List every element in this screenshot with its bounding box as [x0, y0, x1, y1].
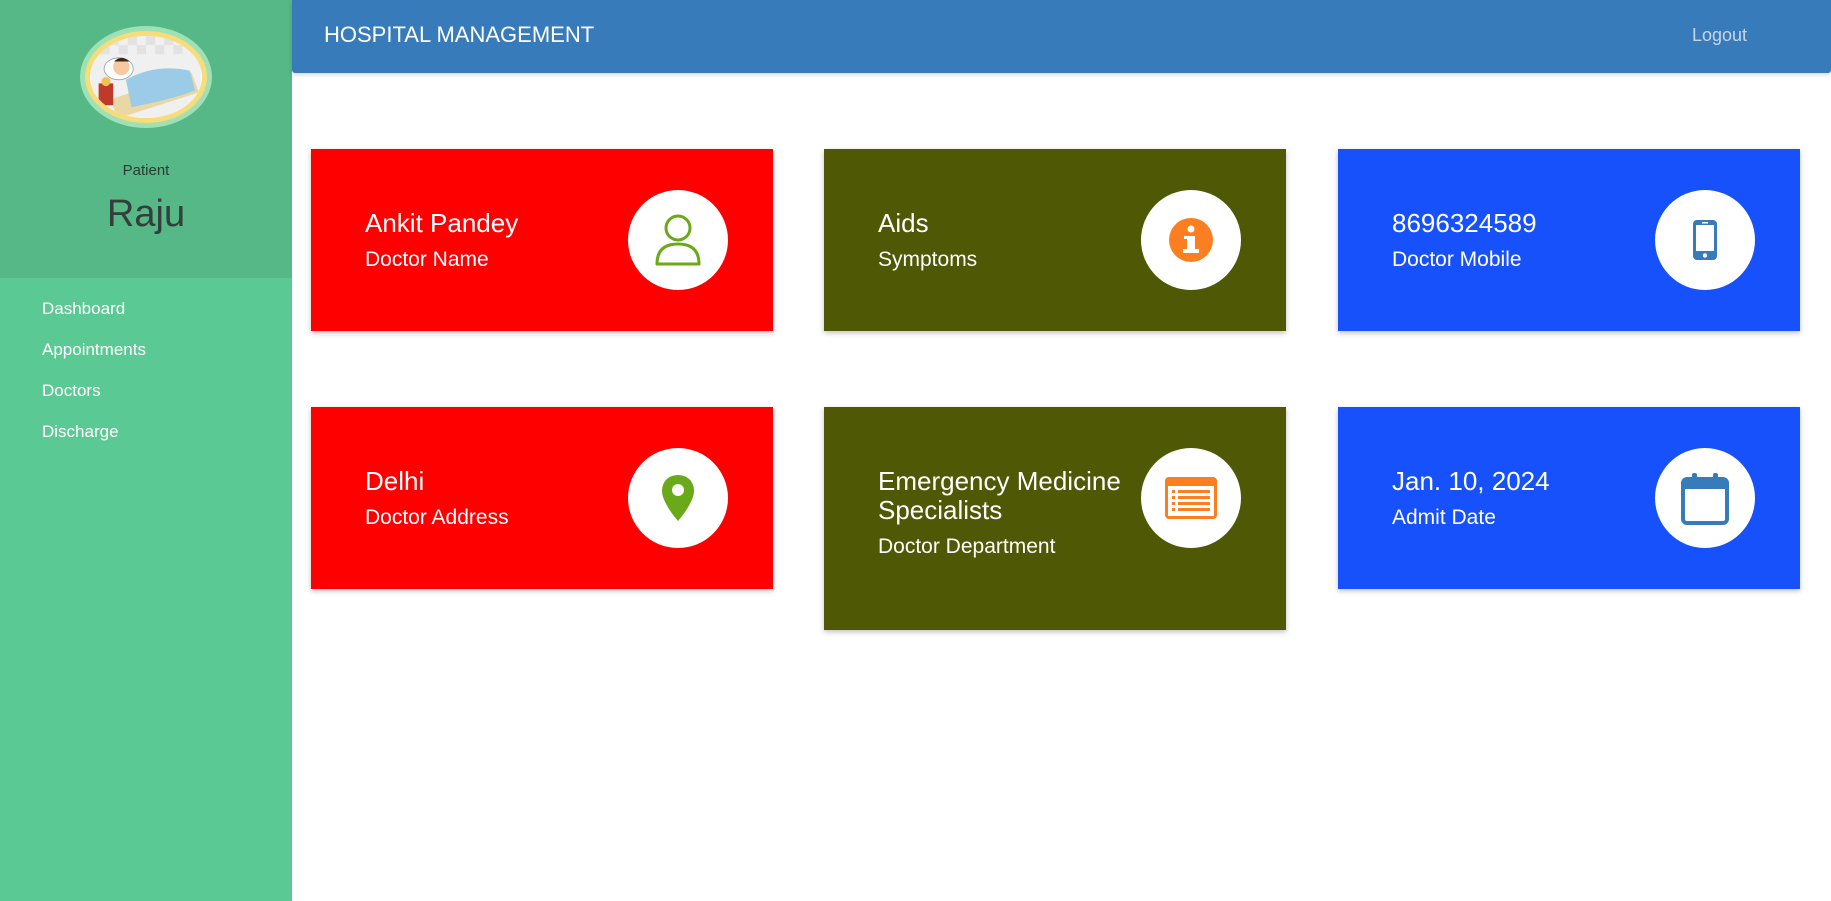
patient-in-bed-image: [90, 36, 202, 118]
symptoms-label: Symptoms: [878, 248, 978, 271]
user-icon: [628, 190, 728, 290]
card-admit-date: Jan. 10, 2024 Admit Date: [1338, 407, 1800, 589]
sidebar-nav: Dashboard Appointments Doctors Discharge: [0, 278, 292, 452]
sidebar: Patient Raju Dashboard Appointments Doct…: [0, 0, 292, 901]
admit-date-label: Admit Date: [1392, 506, 1496, 529]
mobile-icon: [1655, 190, 1755, 290]
sidebar-item-appointments[interactable]: Appointments: [0, 329, 292, 370]
doctor-mobile-label: Doctor Mobile: [1392, 248, 1522, 271]
doctor-name-label: Doctor Name: [365, 248, 489, 271]
card-doctor-name: Ankit Pandey Doctor Name: [311, 149, 773, 331]
sidebar-item-doctors[interactable]: Doctors: [0, 370, 292, 411]
map-marker-icon: [628, 448, 728, 548]
doctor-address-value: Delhi: [365, 466, 425, 496]
avatar: [80, 26, 212, 128]
card-doctor-department: Emergency Medicine Specialists Doctor De…: [824, 407, 1286, 630]
sidebar-item-discharge[interactable]: Discharge: [0, 411, 292, 452]
app-title[interactable]: HOSPITAL MANAGEMENT: [324, 22, 594, 48]
doctor-address-label: Doctor Address: [365, 506, 509, 529]
calendar-icon: [1655, 448, 1755, 548]
user-role: Patient: [122, 162, 170, 179]
profile-panel: Patient Raju: [0, 0, 292, 278]
user-name: Raju: [106, 193, 186, 235]
doctor-department-value: Emergency Medicine Specialists: [878, 466, 1121, 525]
info-icon: [1141, 190, 1241, 290]
card-doctor-address: Delhi Doctor Address: [311, 407, 773, 589]
card-symptoms: Aids Symptoms: [824, 149, 1286, 331]
doctor-department-label: Doctor Department: [878, 535, 1056, 558]
symptoms-value: Aids: [878, 208, 929, 238]
doctor-name-value: Ankit Pandey: [365, 208, 519, 238]
list-icon: [1141, 448, 1241, 548]
doctor-mobile-value: 8696324589: [1392, 208, 1537, 238]
top-navbar: HOSPITAL MANAGEMENT Logout: [292, 0, 1831, 73]
sidebar-item-dashboard[interactable]: Dashboard: [0, 288, 292, 329]
card-doctor-mobile: 8696324589 Doctor Mobile: [1338, 149, 1800, 331]
logout-link[interactable]: Logout: [1692, 25, 1747, 46]
admit-date-value: Jan. 10, 2024: [1392, 466, 1550, 496]
